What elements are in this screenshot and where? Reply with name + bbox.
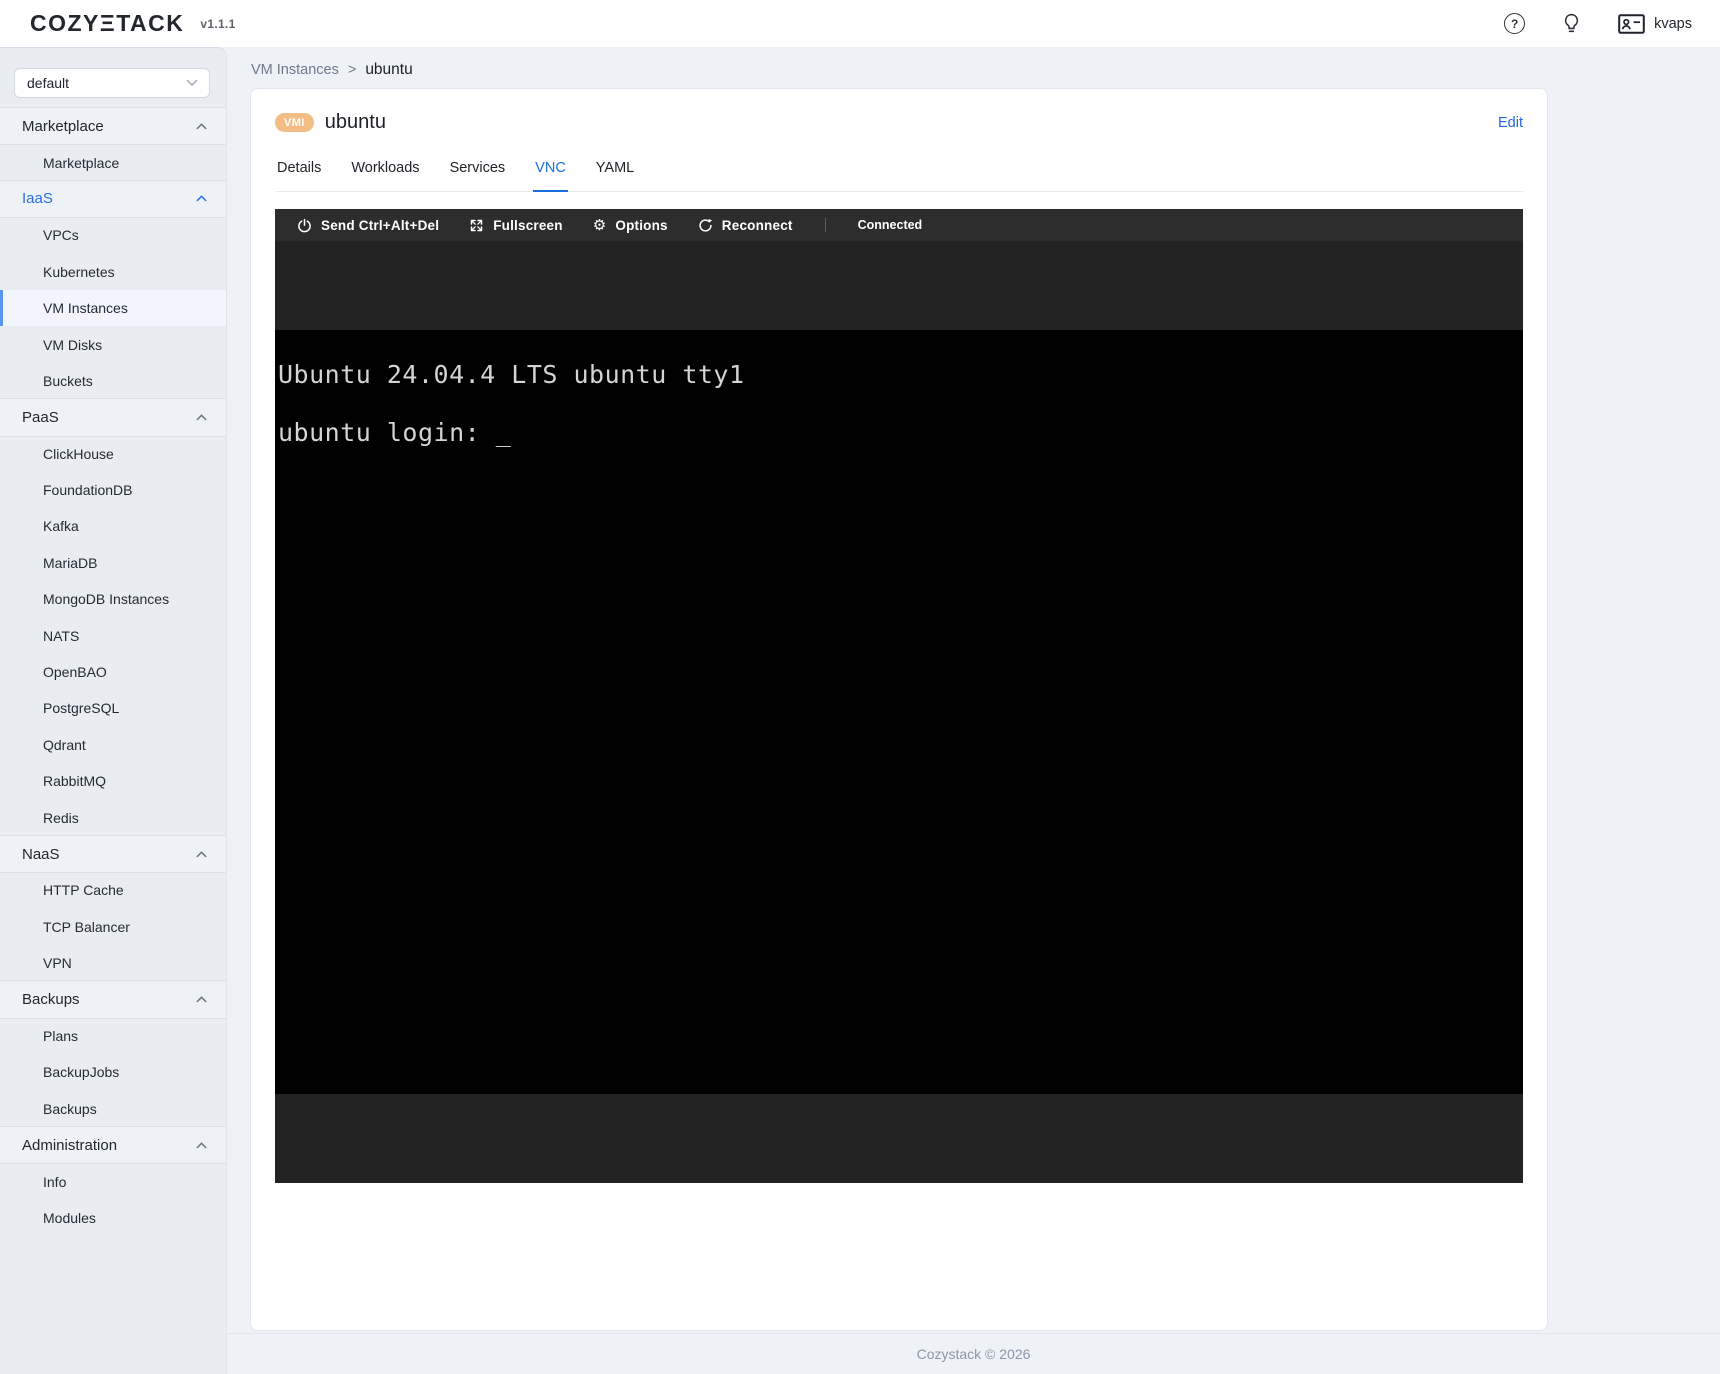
card-header: VMI ubuntu Edit xyxy=(275,89,1523,134)
vnc-panel: Send Ctrl+Alt+Del Fullscreen ⚙ Options Recon… xyxy=(275,209,1523,1183)
sidebar-item-modules[interactable]: Modules xyxy=(0,1200,226,1236)
question-circle-icon: ? xyxy=(1504,13,1525,34)
sidebar-item-tcp-balancer[interactable]: TCP Balancer xyxy=(0,909,226,945)
tab-services[interactable]: Services xyxy=(448,160,508,192)
chevron-up-icon xyxy=(196,195,207,202)
fullscreen-button[interactable]: Fullscreen xyxy=(469,218,563,233)
main-area: VM Instances > ubuntu VMI ubuntu Edit De… xyxy=(227,47,1720,1374)
connection-status: Connected xyxy=(858,218,923,232)
tab-bar: Details Workloads Services VNC YAML xyxy=(275,160,1523,192)
app-header: COZYΞTACK v1.1.1 ? kvaps xyxy=(0,0,1720,47)
sidebar-item-info[interactable]: Info xyxy=(0,1163,226,1199)
vnc-screen-container: Ubuntu 24.04.4 LTS ubuntu tty1 ubuntu lo… xyxy=(275,241,1523,1183)
user-menu[interactable]: kvaps xyxy=(1618,14,1692,34)
sidebar-item-marketplace[interactable]: Marketplace xyxy=(0,144,226,180)
lightbulb-icon xyxy=(1563,13,1580,34)
sidebar-item-foundationdb[interactable]: FoundationDB xyxy=(0,472,226,508)
vnc-button-label: Reconnect xyxy=(722,218,793,233)
copyright-text: Cozystack © 2026 xyxy=(917,1346,1031,1362)
sidebar-section-label: Administration xyxy=(22,1137,117,1154)
sidebar-item-mariadb[interactable]: MariaDB xyxy=(0,545,226,581)
page-title: ubuntu xyxy=(325,111,386,134)
breadcrumb-separator: > xyxy=(348,62,356,78)
sidebar-item-vm-disks[interactable]: VM Disks xyxy=(0,326,226,362)
sidebar-section-label: Backups xyxy=(22,991,80,1008)
sidebar-item-clickhouse[interactable]: ClickHouse xyxy=(0,436,226,472)
vm-detail-card: VMI ubuntu Edit Details Workloads Services… xyxy=(250,88,1548,1331)
chevron-up-icon xyxy=(196,851,207,858)
fullscreen-icon xyxy=(469,218,484,233)
tab-vnc[interactable]: VNC xyxy=(533,160,568,192)
tab-details[interactable]: Details xyxy=(275,160,323,192)
namespace-select[interactable]: default xyxy=(14,68,210,98)
header-actions: ? kvaps xyxy=(1504,13,1692,34)
sidebar-item-vpn[interactable]: VPN xyxy=(0,945,226,981)
chevron-up-icon xyxy=(196,123,207,130)
sidebar-item-rabbitmq[interactable]: RabbitMQ xyxy=(0,763,226,799)
sidebar-item-kubernetes[interactable]: Kubernetes xyxy=(0,254,226,290)
sidebar-item-backups[interactable]: Backups xyxy=(0,1091,226,1127)
sidebar-section-naas[interactable]: NaaS xyxy=(0,836,226,872)
sidebar-item-backupjobs[interactable]: BackupJobs xyxy=(0,1054,226,1090)
username: kvaps xyxy=(1654,16,1692,32)
sidebar-item-http-cache[interactable]: HTTP Cache xyxy=(0,872,226,908)
sidebar-sections: Marketplace Marketplace IaaS VPCsKubernetes… xyxy=(0,108,226,1236)
sidebar-item-mongodb-instances[interactable]: MongoDB Instances xyxy=(0,581,226,617)
sidebar-item-kafka[interactable]: Kafka xyxy=(0,508,226,544)
reload-icon xyxy=(698,218,713,233)
chevron-up-icon xyxy=(196,996,207,1003)
sidebar-item-openbao[interactable]: OpenBAO xyxy=(0,654,226,690)
sidebar-item-redis[interactable]: Redis xyxy=(0,799,226,835)
sidebar-section-marketplace[interactable]: Marketplace xyxy=(0,108,226,144)
sidebar-section-label: NaaS xyxy=(22,846,60,863)
chevron-up-icon xyxy=(196,1142,207,1149)
terminal-output: Ubuntu 24.04.4 LTS ubuntu tty1 ubuntu lo… xyxy=(275,330,1523,447)
sidebar: default Marketplace Marketplace IaaS VPCsKu… xyxy=(0,47,227,1374)
page-footer: Cozystack © 2026 xyxy=(227,1333,1720,1374)
sidebar-section-paas[interactable]: PaaS xyxy=(0,399,226,435)
sidebar-item-vm-instances[interactable]: VM Instances xyxy=(0,290,226,326)
vnc-canvas[interactable]: Ubuntu 24.04.4 LTS ubuntu tty1 ubuntu lo… xyxy=(275,330,1523,1094)
sidebar-item-nats[interactable]: NATS xyxy=(0,617,226,653)
help-button[interactable]: ? xyxy=(1504,13,1525,34)
sidebar-item-postgresql[interactable]: PostgreSQL xyxy=(0,690,226,726)
options-button[interactable]: ⚙ Options xyxy=(593,218,668,233)
power-icon xyxy=(297,218,312,233)
namespace-select-value: default xyxy=(27,75,69,91)
sidebar-item-qdrant[interactable]: Qdrant xyxy=(0,727,226,763)
app-version: v1.1.1 xyxy=(200,17,235,31)
toolbar-divider xyxy=(825,218,826,232)
sidebar-item-buckets[interactable]: Buckets xyxy=(0,363,226,399)
breadcrumb: VM Instances > ubuntu xyxy=(251,61,1720,79)
tab-yaml[interactable]: YAML xyxy=(594,160,636,192)
sidebar-section-label: PaaS xyxy=(22,409,59,426)
resource-kind-badge: VMI xyxy=(275,113,314,132)
sidebar-section-administration[interactable]: Administration xyxy=(0,1127,226,1163)
gear-icon: ⚙ xyxy=(593,218,607,233)
sidebar-section-backups[interactable]: Backups xyxy=(0,981,226,1017)
app-body: default Marketplace Marketplace IaaS VPCsKu… xyxy=(0,47,1720,1374)
vnc-button-label: Options xyxy=(615,218,667,233)
sidebar-item-vpcs[interactable]: VPCs xyxy=(0,217,226,253)
theme-toggle-button[interactable] xyxy=(1563,13,1580,34)
sidebar-item-plans[interactable]: Plans xyxy=(0,1018,226,1054)
id-card-icon xyxy=(1618,14,1645,34)
sidebar-section-label: Marketplace xyxy=(22,118,104,135)
vnc-button-label: Send Ctrl+Alt+Del xyxy=(321,218,439,233)
breadcrumb-parent[interactable]: VM Instances xyxy=(251,62,339,78)
edit-button[interactable]: Edit xyxy=(1498,115,1523,131)
breadcrumb-current: ubuntu xyxy=(365,61,412,79)
sidebar-section-label: IaaS xyxy=(22,190,53,207)
chevron-down-icon xyxy=(186,79,198,87)
tab-workloads[interactable]: Workloads xyxy=(349,160,421,192)
vnc-toolbar: Send Ctrl+Alt+Del Fullscreen ⚙ Options Recon… xyxy=(275,209,1523,241)
app-logo[interactable]: COZYΞTACK xyxy=(30,10,184,37)
vnc-button-label: Fullscreen xyxy=(493,218,563,233)
chevron-up-icon xyxy=(196,414,207,421)
send-ctrl-alt-del-button[interactable]: Send Ctrl+Alt+Del xyxy=(297,218,439,233)
reconnect-button[interactable]: Reconnect xyxy=(698,218,793,233)
sidebar-section-iaas[interactable]: IaaS xyxy=(0,181,226,217)
